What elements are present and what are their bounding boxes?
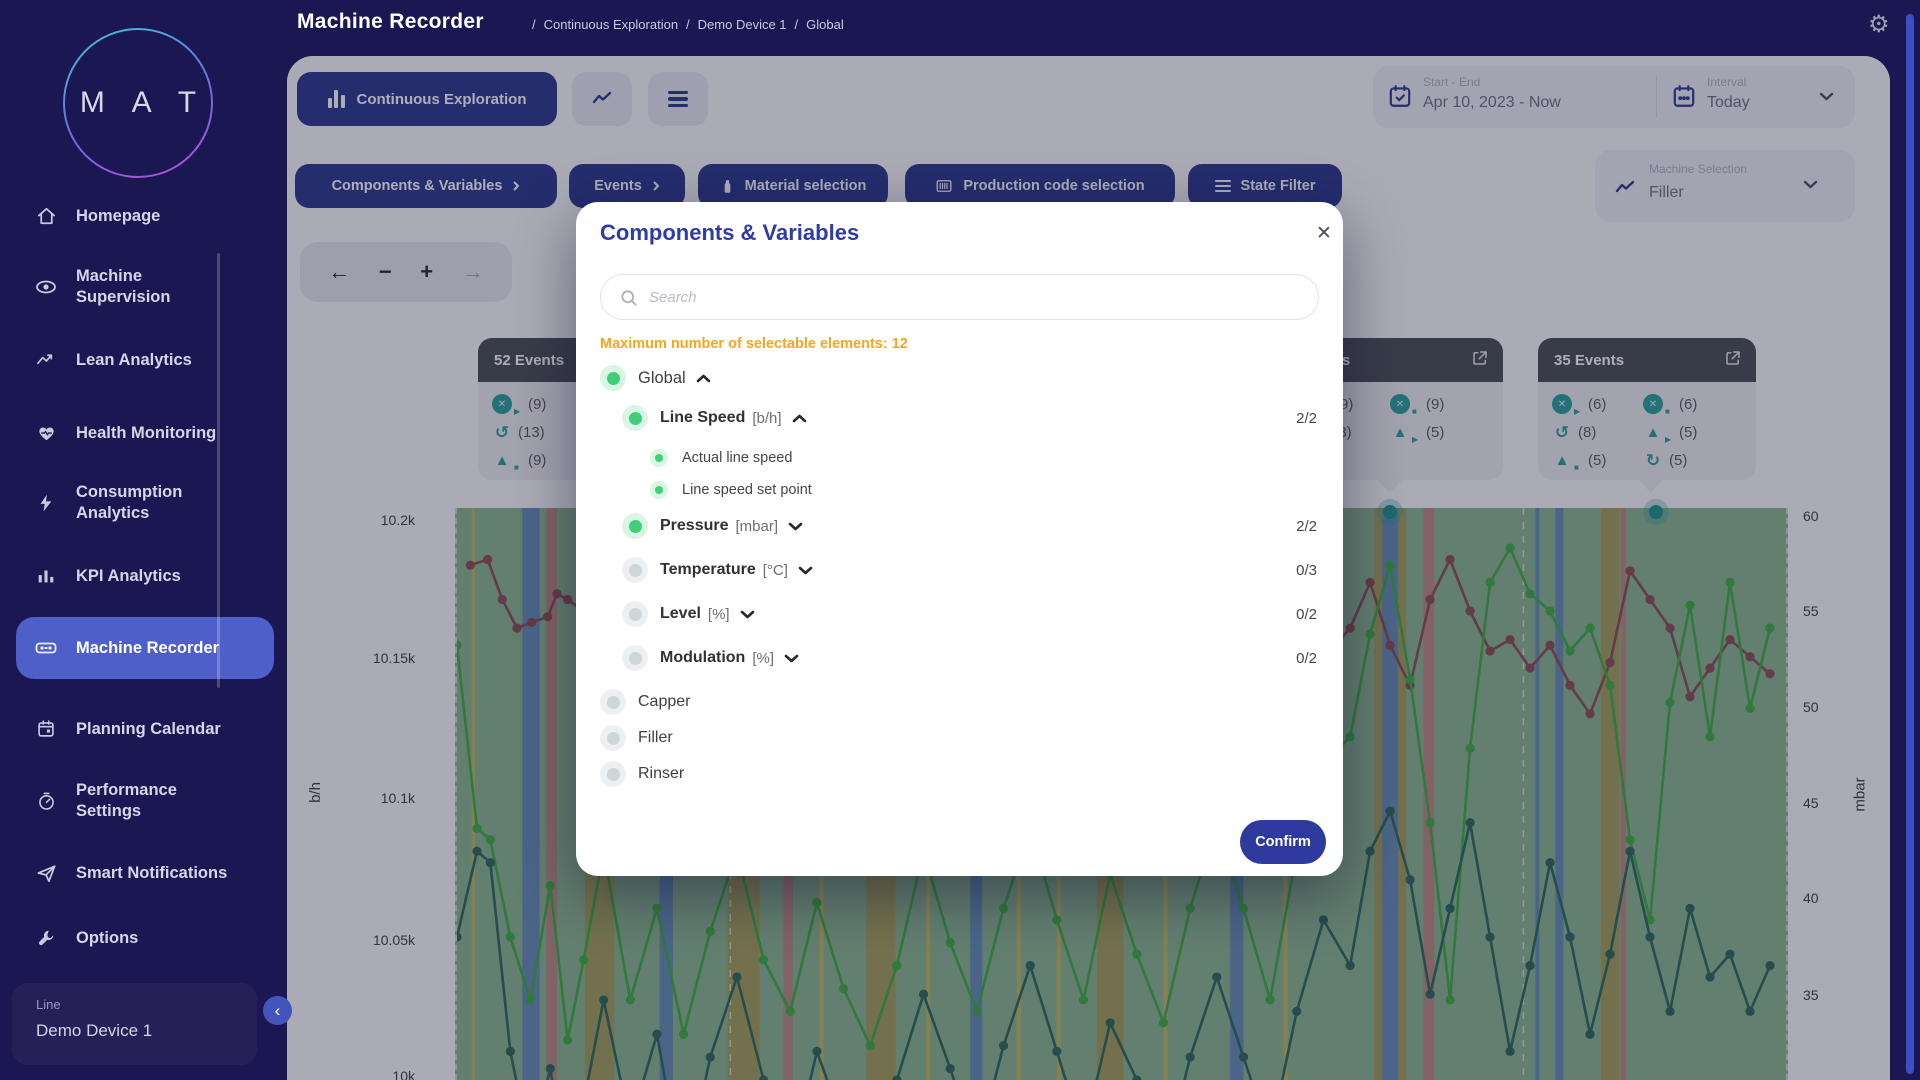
page-title: Machine Recorder (297, 10, 484, 34)
eye-icon (34, 275, 58, 299)
unselected-radio-icon[interactable] (600, 689, 626, 715)
selection-count: 0/3 (1296, 562, 1317, 579)
unselected-radio-icon[interactable] (622, 601, 648, 627)
breadcrumb-item-demo-device[interactable]: Demo Device 1 (698, 17, 787, 32)
tree-item-level[interactable]: Level [%] 0/2 (600, 598, 1319, 630)
sidebar-item-consumption-analytics[interactable]: Consumption Analytics (16, 474, 274, 532)
chevron-down-icon[interactable] (784, 654, 799, 663)
sidebar-item-planning-calendar[interactable]: Planning Calendar (16, 700, 274, 758)
sidebar: M A T Homepage Machine Supervision Lean … (0, 0, 287, 1080)
tree-item-line-speed-set-point[interactable]: Line speed set point (600, 474, 1319, 506)
unselected-radio-icon[interactable] (600, 761, 626, 787)
trend-line-icon (34, 348, 58, 372)
tree-item-temperature[interactable]: Temperature [°C] 0/3 (600, 554, 1319, 586)
bar-chart-icon (34, 564, 58, 588)
app-window: Machine Recorder / Continuous Exploratio… (0, 0, 1920, 1080)
tree-item-modulation[interactable]: Modulation [%] 0/2 (600, 642, 1319, 674)
sidebar-item-smart-notifications[interactable]: Smart Notifications (16, 844, 274, 902)
selected-radio-icon[interactable] (600, 365, 626, 391)
tree-item-line-speed[interactable]: Line Speed [b/h] 2/2 (600, 402, 1319, 434)
tree-item-pressure[interactable]: Pressure [mbar] 2/2 (600, 510, 1319, 542)
breadcrumb-separator: / (686, 17, 690, 32)
chevron-up-icon[interactable] (792, 414, 807, 423)
selected-dot-icon[interactable] (650, 481, 668, 499)
unselected-radio-icon[interactable] (622, 557, 648, 583)
chevron-down-icon[interactable] (740, 610, 755, 619)
home-icon (34, 204, 58, 228)
recorder-icon (34, 636, 58, 660)
settings-gear-icon[interactable]: ⚙ (1868, 10, 1890, 39)
components-variables-modal: Components & Variables ✕ Maximum number … (576, 202, 1343, 876)
unselected-radio-icon[interactable] (622, 645, 648, 671)
sidebar-scrollbar[interactable] (217, 253, 220, 688)
mat-logo-text: M A T (70, 86, 206, 120)
tree-item-filler[interactable]: Filler (600, 722, 1319, 754)
tree-item-capper[interactable]: Capper (600, 686, 1319, 718)
heart-pulse-icon (34, 421, 58, 445)
line-value: Demo Device 1 (36, 1021, 247, 1041)
selection-count: 0/2 (1296, 650, 1317, 667)
selection-count: 2/2 (1296, 410, 1317, 427)
search-field (600, 274, 1319, 320)
sidebar-item-health-monitoring[interactable]: Health Monitoring (16, 413, 274, 453)
selected-radio-icon[interactable] (622, 405, 648, 431)
chevron-left-icon: ‹ (275, 1001, 281, 1021)
breadcrumb-separator: / (795, 17, 799, 32)
sidebar-item-lean-analytics[interactable]: Lean Analytics (16, 340, 274, 380)
tree-item-actual-line-speed[interactable]: Actual line speed (600, 442, 1319, 474)
search-icon (619, 288, 639, 308)
sidebar-item-kpi-analytics[interactable]: KPI Analytics (16, 556, 274, 596)
line-selection-card: Line Demo Device 1 (12, 983, 257, 1065)
unselected-radio-icon[interactable] (600, 725, 626, 751)
selection-count: 2/2 (1296, 518, 1317, 535)
sidebar-collapse-button[interactable]: ‹ (263, 996, 292, 1025)
send-icon (34, 861, 58, 885)
chevron-down-icon[interactable] (798, 566, 813, 575)
mat-logo: M A T (63, 28, 213, 178)
selection-count: 0/2 (1296, 606, 1317, 623)
max-selectable-warning: Maximum number of selectable elements: 1… (600, 336, 908, 352)
breadcrumb-item-continuous-exploration[interactable]: Continuous Exploration (544, 17, 678, 32)
line-label: Line (36, 997, 247, 1012)
selected-dot-icon[interactable] (650, 449, 668, 467)
tree-item-rinser[interactable]: Rinser (600, 758, 1319, 790)
breadcrumb-separator: / (532, 17, 536, 32)
close-icon[interactable]: ✕ (1316, 222, 1332, 245)
sidebar-item-machine-recorder[interactable]: Machine Recorder (16, 617, 274, 679)
breadcrumb-item-global[interactable]: Global (806, 17, 844, 32)
confirm-button[interactable]: Confirm (1240, 820, 1326, 864)
chevron-up-icon[interactable] (696, 374, 711, 383)
sidebar-item-options[interactable]: Options (16, 918, 274, 958)
modal-title: Components & Variables (600, 220, 859, 246)
page-scrollbar[interactable] (1906, 14, 1914, 1074)
tree-item-global[interactable]: Global (600, 362, 1319, 394)
selected-radio-icon[interactable] (622, 513, 648, 539)
sidebar-item-performance-settings[interactable]: Performance Settings (16, 772, 274, 830)
search-input[interactable] (649, 279, 1289, 315)
wrench-icon (34, 926, 58, 950)
main-content: Continuous Exploration Start - End Apr 1… (287, 56, 1890, 1080)
breadcrumb: / Continuous Exploration / Demo Device 1… (532, 17, 844, 32)
calendar-icon (34, 717, 58, 741)
sidebar-item-machine-supervision[interactable]: Machine Supervision (16, 258, 274, 316)
bolt-icon (34, 491, 58, 515)
sidebar-item-homepage[interactable]: Homepage (16, 196, 274, 236)
gauge-icon (34, 789, 58, 813)
chevron-down-icon[interactable] (788, 522, 803, 531)
